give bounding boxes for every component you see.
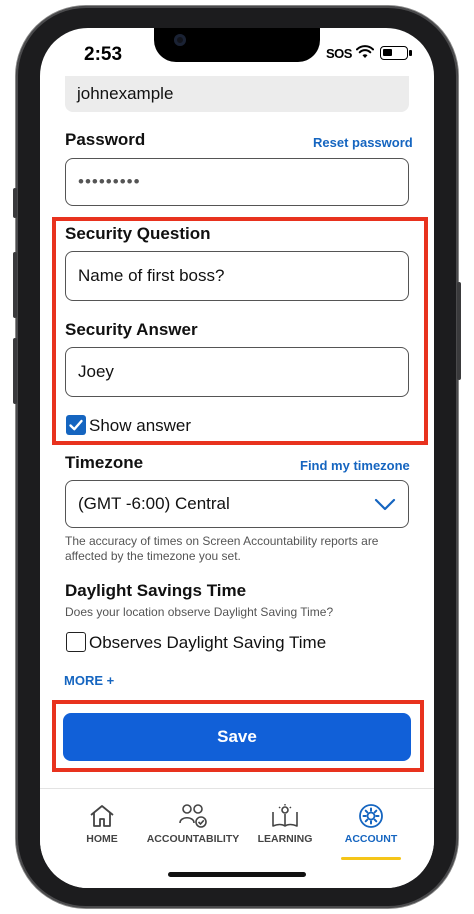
volume-down-button <box>13 338 17 404</box>
username-field[interactable]: johnexample <box>65 76 409 112</box>
dst-checkbox[interactable] <box>66 632 86 652</box>
tab-accountability[interactable]: ACCOUNTABILITY <box>145 803 241 845</box>
timezone-select[interactable]: (GMT -6:00) Central <box>65 480 409 528</box>
show-answer-checkbox[interactable] <box>66 415 86 435</box>
tab-home[interactable]: HOME <box>54 803 150 845</box>
home-icon <box>90 805 114 827</box>
chevron-down-icon <box>374 498 396 511</box>
home-indicator[interactable] <box>168 872 306 877</box>
security-answer-field[interactable]: Joey <box>65 347 409 397</box>
tab-account-label: ACCOUNT <box>344 833 398 845</box>
show-answer-label[interactable]: Show answer <box>89 416 191 436</box>
battery-icon <box>380 46 412 60</box>
tab-learning-label: LEARNING <box>257 833 313 845</box>
tab-accountability-label: ACCOUNTABILITY <box>146 833 240 845</box>
security-question-field[interactable]: Name of first boss? <box>65 251 409 301</box>
password-field[interactable]: ••••••••• <box>65 158 409 206</box>
tab-account[interactable]: ACCOUNT <box>323 803 419 860</box>
sos-indicator: SOS <box>326 46 352 61</box>
tab-learning[interactable]: LEARNING <box>237 803 333 845</box>
dst-checkbox-label[interactable]: Observes Daylight Saving Time <box>89 633 326 653</box>
security-question-label: Security Question <box>65 224 211 243</box>
accountability-icon <box>179 804 207 828</box>
timezone-label: Timezone <box>65 453 144 472</box>
side-button <box>13 188 17 218</box>
screen: 2:53 SOS johnexample Password Reset pass… <box>40 28 434 888</box>
more-link[interactable]: MORE + <box>64 673 114 688</box>
timezone-selected-value: (GMT -6:00) Central <box>78 494 230 513</box>
save-button[interactable]: Save <box>63 713 411 761</box>
volume-up-button <box>13 252 17 318</box>
learning-icon <box>272 804 298 827</box>
dst-help-text: Does your location observe Daylight Savi… <box>65 605 334 619</box>
power-button <box>457 282 461 380</box>
camera-icon <box>174 34 186 46</box>
checkmark-icon <box>69 419 83 431</box>
dst-label: Daylight Savings Time <box>65 581 247 600</box>
active-tab-indicator <box>341 857 401 860</box>
password-label: Password <box>65 130 146 149</box>
tab-home-label: HOME <box>86 833 118 845</box>
status-time: 2:53 <box>84 44 123 65</box>
timezone-help-text: The accuracy of times on Screen Accounta… <box>65 534 379 563</box>
wifi-icon <box>356 45 374 58</box>
security-answer-label: Security Answer <box>65 320 198 339</box>
gear-icon <box>359 804 383 828</box>
reset-password-link[interactable]: Reset password <box>313 135 413 150</box>
find-timezone-link[interactable]: Find my timezone <box>300 458 410 473</box>
